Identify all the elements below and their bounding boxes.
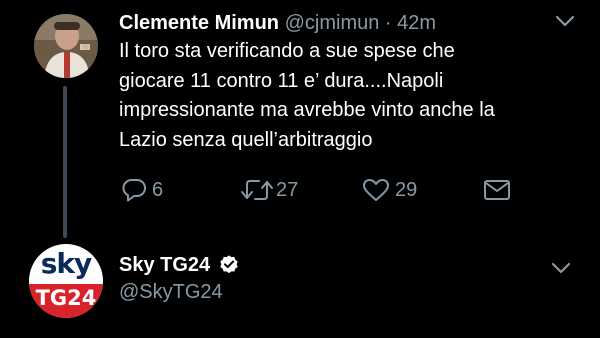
retweet-button[interactable]: 27 bbox=[240, 178, 298, 202]
avatar[interactable] bbox=[34, 14, 98, 78]
verified-badge-icon bbox=[220, 255, 238, 274]
retweet-count: 27 bbox=[276, 178, 299, 201]
tweet-text: Il toro sta verificando a sue spese che … bbox=[119, 40, 495, 151]
like-button[interactable]: 29 bbox=[362, 178, 417, 202]
display-name[interactable]: Clemente Mimun bbox=[119, 12, 279, 34]
avatar[interactable]: sky TG24 bbox=[29, 244, 103, 318]
reply-count: 6 bbox=[152, 178, 164, 201]
display-name[interactable]: Sky TG24 bbox=[119, 253, 210, 277]
avatar-logo-text: sky bbox=[40, 247, 93, 280]
chevron-down-icon[interactable] bbox=[551, 261, 571, 275]
tweet-header: Clemente Mimun @cjmimun · 42m bbox=[119, 11, 436, 35]
envelope-icon bbox=[484, 180, 510, 200]
avatar-logo-subtext: TG24 bbox=[35, 286, 97, 310]
user-handle[interactable]: @SkyTG24 bbox=[119, 280, 223, 304]
chevron-down-icon[interactable] bbox=[555, 14, 575, 28]
avatar-photo bbox=[34, 14, 98, 78]
reply-icon bbox=[122, 179, 146, 202]
separator: · bbox=[384, 12, 392, 34]
timestamp[interactable]: 42m bbox=[397, 12, 436, 34]
thread-connector-line bbox=[63, 86, 67, 238]
retweet-icon bbox=[241, 180, 273, 200]
reply-button[interactable]: 6 bbox=[121, 178, 163, 202]
like-count: 29 bbox=[395, 178, 418, 201]
tweet-header: Sky TG24 bbox=[119, 253, 240, 277]
heart-icon bbox=[363, 179, 389, 201]
direct-message-button[interactable] bbox=[483, 178, 511, 202]
user-handle[interactable]: @cjmimun bbox=[285, 12, 380, 34]
